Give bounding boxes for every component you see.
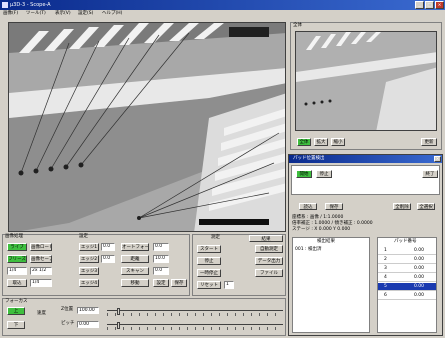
image-control-panel: 画像処理 ライブ 画像ロード フリーズ 画像セーブ 1/4 2x 1/2 取込 … — [2, 234, 190, 296]
dialog-select-all-button[interactable]: 全選択 — [417, 203, 435, 210]
preview-zoom-out-button[interactable]: 縮小 — [331, 138, 345, 146]
minimize-button[interactable]: _ — [415, 1, 424, 9]
menu-item-settings[interactable]: 設定(S) — [78, 11, 93, 17]
z-position-label: Z位置 — [61, 307, 74, 312]
focus-bar: フォーカス 上 下 速度 Z位置 100.00 ピッチ 0.00 — [2, 298, 286, 336]
edge-button-1[interactable]: エッジ1 — [79, 243, 99, 251]
dialog-close-button[interactable]: × — [434, 156, 441, 162]
af-value-field[interactable]: 0.0 — [153, 243, 169, 251]
distance-value-field[interactable]: 10.0 — [153, 255, 169, 263]
dialog-save-button[interactable]: 保存 — [325, 203, 343, 210]
pitch-field[interactable]: 0.00 — [77, 321, 99, 328]
table-row[interactable]: 6 0.00 — [378, 292, 436, 300]
capture-button[interactable]: 取込 — [7, 279, 27, 287]
app-icon — [2, 2, 8, 8]
focus-label: フォーカス — [5, 299, 28, 304]
z-slider-thumb[interactable] — [117, 308, 120, 315]
z-position-field[interactable]: 100.00 — [77, 307, 99, 314]
menu-item-help[interactable]: ヘルプ(H) — [102, 11, 122, 17]
edge-value-2[interactable]: 0.0 — [101, 255, 115, 263]
edge-button-2[interactable]: エッジ2 — [79, 255, 99, 263]
result-list[interactable]: 検出結果 001 : 検出済 — [292, 237, 370, 333]
preview-fit-button[interactable]: 全体 — [297, 138, 311, 146]
measurement-panel: 測定 結果 スタート 停止 一時停止 リセット 1 自動測定 データ出力 ファイ… — [192, 234, 286, 296]
menu-item-tools[interactable]: ツール(T) — [26, 11, 46, 17]
pitch-slider[interactable] — [107, 322, 283, 330]
camera-image — [9, 23, 285, 231]
scale-field-2[interactable]: 2x 1/2 — [30, 267, 52, 275]
edge-button-3[interactable]: エッジ3 — [79, 267, 99, 275]
table-row[interactable]: 2 0.00 — [378, 256, 436, 264]
distance-button[interactable]: 距離 — [121, 255, 149, 263]
pad-grid-header: パッド番号 — [394, 239, 417, 244]
live-button[interactable]: ライブ — [7, 243, 27, 251]
reset-measure-button[interactable]: リセット — [197, 281, 221, 289]
pitch-label: ピッチ — [61, 321, 75, 326]
stop-measure-button[interactable]: 停止 — [197, 257, 221, 265]
preview-thumbnail — [296, 32, 436, 130]
panel-save-button[interactable]: 保存 — [171, 279, 187, 287]
table-row[interactable]: 4 0.00 — [378, 274, 436, 282]
start-measure-button[interactable]: スタート — [197, 245, 221, 253]
preview-image[interactable] — [295, 31, 437, 131]
edge-button-4[interactable]: エッジ4 — [79, 279, 99, 287]
dialog-load-button[interactable]: 読込 — [299, 203, 317, 210]
move-button[interactable]: 移動 — [121, 279, 149, 287]
menu-item-file[interactable]: 画像(F) — [3, 11, 18, 17]
preview-refresh-button[interactable]: 更新 — [421, 138, 437, 146]
autofocus-button[interactable]: オートフォーカス — [121, 243, 149, 251]
dialog-exit-button[interactable]: 終了 — [422, 170, 438, 178]
result-list-header: 検出結果 — [317, 239, 335, 244]
image-save-button[interactable]: 画像セーブ — [30, 255, 52, 263]
list-item[interactable]: 001 : 検出済 — [295, 247, 321, 253]
scan-button[interactable]: スキャン — [121, 267, 149, 275]
table-row[interactable]: 3 0.00 — [378, 265, 436, 273]
dialog-start-button[interactable]: 開始 — [296, 170, 312, 178]
table-row[interactable]: 1 0.00 — [378, 247, 436, 255]
scan-value-field[interactable]: 0.0 — [153, 267, 169, 275]
pad-grid[interactable]: パッド番号 1 0.00 2 0.00 3 0.00 4 0.00 5 0.00 6 0.0… — [377, 237, 437, 333]
menu-bar: 画像(F) ツール(T) 表示(V) 設定(S) ヘルプ(H) — [0, 10, 445, 18]
table-row[interactable]: 5 0.00 — [378, 283, 436, 291]
dialog-title: パッド位置検出 — [293, 156, 325, 161]
edge-value-1[interactable]: 0.0 — [101, 243, 115, 251]
scale-field-3[interactable]: 1/4 — [30, 279, 52, 287]
image-load-button[interactable]: 画像ロード — [30, 243, 52, 251]
preview-zoom-in-button[interactable]: 拡大 — [314, 138, 328, 146]
dialog-top-area: 開始 停止 終了 — [291, 165, 440, 195]
close-button[interactable]: × — [435, 1, 444, 9]
speed-label: 速度 — [37, 311, 46, 316]
result-tab[interactable]: 結果 — [249, 235, 283, 242]
pitch-slider-thumb[interactable] — [117, 322, 120, 329]
dialog-stop-button[interactable]: 停止 — [316, 170, 332, 178]
title-bar: μ3D-3 - Scope-A _ □ × — [0, 0, 445, 10]
image-control-tab: 画像処理 — [5, 234, 23, 239]
panel-settings-button[interactable]: 設定 — [153, 279, 169, 287]
scale-field-1[interactable]: 1/4 — [7, 267, 27, 275]
freeze-button[interactable]: フリーズ — [7, 255, 27, 263]
focus-down-button[interactable]: 下 — [7, 321, 25, 329]
window-title: μ3D-3 - Scope-A — [10, 2, 51, 8]
z-slider[interactable] — [107, 308, 283, 316]
preview-panel: 全体 全体 拡大 縮小 更新 — [290, 22, 442, 150]
auto-measure-button[interactable]: 自動測定 — [255, 245, 283, 253]
measurement-header: 測定 — [211, 235, 220, 240]
settings-group-label: 設定 — [79, 234, 88, 239]
camera-view[interactable] — [8, 22, 286, 232]
menu-item-view[interactable]: 表示(V) — [55, 11, 71, 17]
focus-up-button[interactable]: 上 — [7, 307, 25, 315]
pause-measure-button[interactable]: 一時停止 — [197, 269, 221, 277]
pad-detection-dialog: パッド位置検出 × 開始 停止 終了 読込 保存 全削除 全選択 座標系 : 画… — [288, 154, 443, 336]
dialog-title-bar: パッド位置検出 × — [289, 155, 442, 163]
preview-title: 全体 — [293, 23, 302, 28]
data-output-button[interactable]: データ出力 — [255, 257, 283, 265]
maximize-button[interactable]: □ — [425, 1, 434, 9]
measure-count-field[interactable]: 1 — [224, 281, 234, 289]
dialog-clear-all-button[interactable]: 全削除 — [393, 203, 411, 210]
dialog-info-line-3: ステージ : X 0.000 Y 0.000 — [292, 227, 351, 232]
file-button[interactable]: ファイル — [255, 269, 283, 277]
